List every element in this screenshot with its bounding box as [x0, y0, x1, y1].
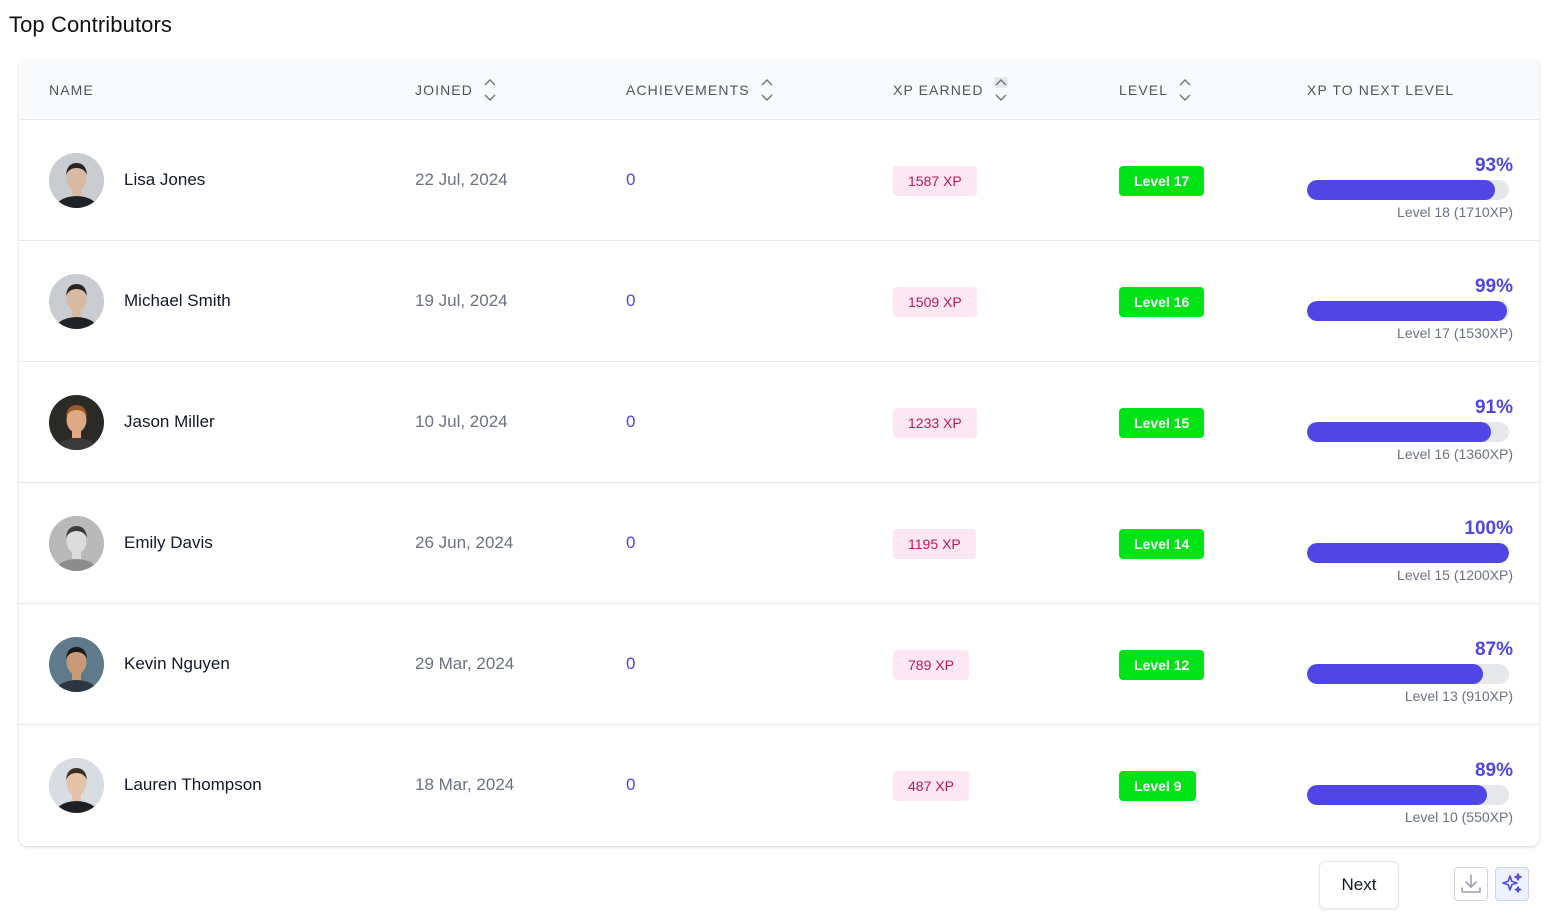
progress-bar [1307, 664, 1509, 684]
joined-date: 18 Mar, 2024 [415, 775, 515, 794]
table-row[interactable]: Lisa Jones 22 Jul, 2024 0 1587 XP Level … [19, 120, 1539, 241]
table-row[interactable]: Michael Smith 19 Jul, 2024 0 1509 XP Lev… [19, 241, 1539, 362]
joined-date: 22 Jul, 2024 [415, 170, 508, 189]
column-header-xp-to-next: XP TO NEXT LEVEL [1307, 59, 1454, 120]
progress-percent: 93% [1474, 155, 1513, 176]
next-level-label: Level 18 (1710XP) [1397, 204, 1513, 220]
progress-percent: 91% [1474, 397, 1513, 418]
progress-bar [1307, 422, 1509, 442]
sort-icon[interactable] [760, 77, 774, 103]
joined-date: 10 Jul, 2024 [415, 412, 508, 431]
xp-earned-badge: 1233 XP [893, 408, 977, 438]
xp-earned-badge: 1509 XP [893, 287, 977, 317]
column-header-achievements[interactable]: ACHIEVEMENTS [626, 59, 774, 120]
joined-date: 19 Jul, 2024 [415, 291, 508, 310]
achievements-count[interactable]: 0 [626, 533, 635, 553]
table-row[interactable]: Lauren Thompson 18 Mar, 2024 0 487 XP Le… [19, 725, 1539, 846]
next-level-label: Level 16 (1360XP) [1397, 446, 1513, 462]
xp-earned-badge: 487 XP [893, 771, 969, 801]
avatar [49, 153, 104, 208]
column-header-achievements-label: ACHIEVEMENTS [626, 81, 750, 98]
table-header: NAME JOINED ACHIEVEMENTS XP EARNED LEVEL [19, 59, 1539, 120]
achievements-count[interactable]: 0 [626, 412, 635, 432]
column-header-name: NAME [49, 59, 94, 120]
column-header-level[interactable]: LEVEL [1119, 59, 1192, 120]
avatar [49, 516, 104, 571]
sort-icon[interactable] [483, 77, 497, 103]
progress-bar-fill [1307, 785, 1487, 805]
page-title: Top Contributors [9, 12, 173, 37]
next-level-label: Level 15 (1200XP) [1397, 567, 1513, 583]
table-row[interactable]: Kevin Nguyen 29 Mar, 2024 0 789 XP Level… [19, 604, 1539, 725]
next-level-label: Level 17 (1530XP) [1397, 325, 1513, 341]
progress-percent: 100% [1464, 518, 1513, 539]
next-level-label: Level 13 (910XP) [1404, 688, 1513, 704]
avatar [49, 395, 104, 450]
level-badge: Level 15 [1119, 408, 1205, 438]
column-header-xp-earned[interactable]: XP EARNED [893, 59, 1008, 120]
avatar [49, 274, 104, 329]
level-badge: Level 16 [1119, 287, 1205, 317]
level-badge: Level 9 [1119, 771, 1197, 801]
contributor-name: Michael Smith [124, 291, 231, 310]
column-header-joined[interactable]: JOINED [415, 59, 497, 120]
progress-bar-fill [1307, 543, 1509, 563]
sparkles-icon [1502, 873, 1522, 893]
progress-bar-fill [1307, 180, 1495, 200]
achievements-count[interactable]: 0 [626, 775, 635, 795]
column-header-level-label: LEVEL [1119, 81, 1169, 98]
download-icon [1461, 874, 1481, 893]
progress-bar [1307, 180, 1509, 200]
sort-icon-active[interactable] [993, 76, 1008, 103]
table-row[interactable]: Jason Miller 10 Jul, 2024 0 1233 XP Leve… [19, 362, 1539, 483]
download-button[interactable] [1454, 867, 1488, 901]
avatar [49, 637, 104, 692]
xp-earned-badge: 789 XP [893, 650, 969, 680]
next-page-button[interactable]: Next [1319, 861, 1399, 909]
progress-bar [1307, 543, 1509, 563]
column-header-name-label: NAME [49, 81, 94, 98]
column-header-xp-earned-label: XP EARNED [893, 81, 984, 98]
contributor-name: Lauren Thompson [124, 775, 262, 794]
level-badge: Level 12 [1119, 650, 1205, 680]
contributors-table: NAME JOINED ACHIEVEMENTS XP EARNED LEVEL [19, 59, 1539, 846]
sort-icon[interactable] [1178, 77, 1192, 103]
column-header-joined-label: JOINED [415, 81, 473, 98]
progress-bar-fill [1307, 422, 1491, 442]
next-level-label: Level 10 (550XP) [1404, 809, 1513, 825]
avatar [49, 758, 104, 813]
contributor-name: Lisa Jones [124, 170, 206, 189]
progress-percent: 99% [1474, 276, 1513, 297]
achievements-count[interactable]: 0 [626, 291, 635, 311]
joined-date: 29 Mar, 2024 [415, 654, 515, 673]
xp-earned-badge: 1587 XP [893, 166, 977, 196]
column-header-xp-to-next-label: XP TO NEXT LEVEL [1307, 81, 1455, 98]
achievements-count[interactable]: 0 [626, 654, 635, 674]
contributor-name: Emily Davis [124, 533, 213, 552]
level-badge: Level 17 [1119, 166, 1205, 196]
progress-percent: 87% [1474, 639, 1513, 660]
ai-assistant-button[interactable] [1495, 867, 1529, 901]
xp-earned-badge: 1195 XP [893, 529, 976, 559]
achievements-count[interactable]: 0 [626, 170, 635, 190]
table-row[interactable]: Emily Davis 26 Jun, 2024 0 1195 XP Level… [19, 483, 1539, 604]
progress-percent: 89% [1474, 760, 1513, 781]
progress-bar [1307, 301, 1509, 321]
level-badge: Level 14 [1119, 529, 1205, 559]
joined-date: 26 Jun, 2024 [415, 533, 514, 552]
progress-bar [1307, 785, 1509, 805]
progress-bar-fill [1307, 301, 1507, 321]
progress-bar-fill [1307, 664, 1483, 684]
contributor-name: Jason Miller [124, 412, 215, 431]
contributor-name: Kevin Nguyen [124, 654, 230, 673]
